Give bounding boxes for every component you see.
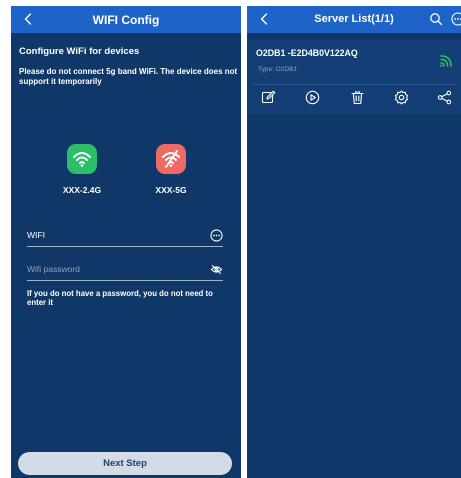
more-options-icon[interactable] bbox=[209, 228, 223, 242]
band-label: XXX-5G bbox=[155, 185, 187, 195]
search-icon[interactable] bbox=[429, 12, 443, 26]
signal-icon bbox=[439, 52, 455, 68]
wifi-config-header: WIFI Config bbox=[11, 6, 241, 33]
password-hint: If you do not have a password, you do no… bbox=[27, 289, 213, 307]
share-icon[interactable] bbox=[436, 89, 452, 105]
password-field[interactable]: Wifi password bbox=[27, 260, 223, 281]
next-step-button[interactable]: Next Step bbox=[18, 452, 232, 475]
delete-icon[interactable] bbox=[349, 89, 365, 105]
edit-icon[interactable] bbox=[260, 89, 276, 105]
wifi-icon[interactable] bbox=[67, 144, 97, 174]
ssid-field[interactable]: WIFI bbox=[27, 226, 223, 247]
section-heading: Configure WiFi for devices bbox=[19, 46, 140, 57]
password-placeholder: Wifi password bbox=[27, 264, 80, 274]
divider bbox=[253, 84, 455, 85]
server-type: Type: O2DB1 bbox=[258, 66, 298, 73]
wifi-off-icon[interactable] bbox=[156, 144, 186, 174]
band-option-24g[interactable]: XXX-2.4G bbox=[47, 144, 117, 195]
settings-icon[interactable] bbox=[393, 89, 409, 105]
ssid-value: WIFI bbox=[27, 230, 45, 240]
server-name: O2DB1 -E2D4B0V122AQ bbox=[256, 48, 358, 58]
wifi-config-screen: WIFI Config Configure WiFi for devices P… bbox=[11, 6, 241, 478]
band-option-5g[interactable]: XXX-5G bbox=[136, 144, 206, 195]
server-list-item[interactable]: O2DB1 -E2D4B0V122AQ Type: O2DB1 bbox=[247, 40, 461, 114]
band-label: XXX-2.4G bbox=[62, 185, 102, 195]
play-icon[interactable] bbox=[304, 89, 320, 105]
page-title: WIFI Config bbox=[92, 13, 160, 27]
eye-off-icon[interactable] bbox=[209, 262, 223, 276]
more-icon[interactable] bbox=[451, 12, 461, 26]
server-list-screen: Server List(1/1) O2DB1 -E2D4B0V122AQ Typ… bbox=[247, 6, 461, 478]
warning-text: Please do not connect 5g band WiFi. The … bbox=[19, 67, 238, 86]
server-list-header: Server List(1/1) bbox=[247, 6, 461, 33]
